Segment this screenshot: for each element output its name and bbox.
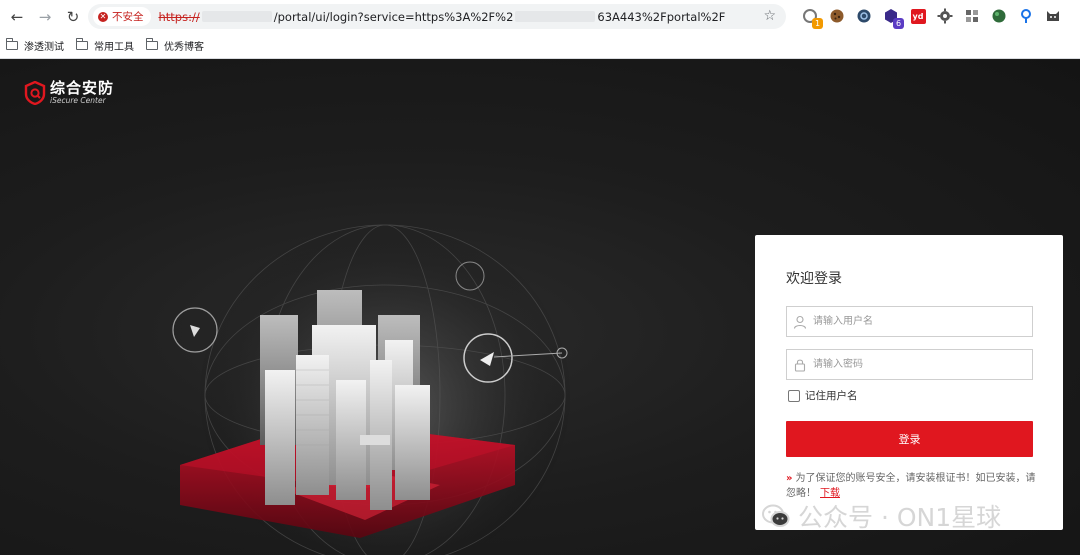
lock-icon	[794, 359, 806, 372]
wechat-icon	[762, 504, 790, 527]
certificate-notice: » 为了保证您的账号安全，请安装根证书！如已安装，请忽略！ 下载	[786, 471, 1036, 501]
disc-extension-icon[interactable]	[854, 6, 874, 26]
watermark-text: 公众号 · ON1星球	[798, 503, 1002, 532]
shield-logo-icon	[24, 80, 46, 105]
url-text[interactable]: https:// /portal/ui/login?service=https%…	[159, 10, 726, 24]
reload-icon[interactable]: ↻	[62, 6, 84, 28]
bookmark-folder-pentest[interactable]: 渗透测试	[5, 38, 64, 53]
url-scheme: https://	[158, 9, 200, 24]
wechat-watermark: 公众号 · ON1星球	[762, 498, 1001, 534]
address-bar[interactable]: ✕ 不安全 https:// /portal/ui/login?service=…	[88, 4, 786, 29]
url-path: /portal/ui/login?service=https%3A%2F%2	[273, 9, 514, 24]
extension-badge: 6	[893, 18, 904, 29]
folder-icon	[75, 38, 88, 50]
bookmark-label: 渗透测试	[24, 42, 64, 53]
grid-extension-icon[interactable]	[962, 6, 982, 26]
username-input[interactable]	[813, 307, 1032, 336]
back-arrow-icon[interactable]: ←	[6, 6, 28, 28]
hex-extension-icon[interactable]: 6	[881, 6, 904, 29]
extension-1-icon[interactable]: 1	[800, 6, 823, 29]
forward-arrow-icon[interactable]: →	[34, 6, 56, 28]
folder-icon	[5, 38, 18, 50]
remember-label: 记住用户名	[805, 390, 858, 402]
folder-icon	[145, 38, 158, 50]
brand-logo: 综合安防 iSecure Center	[24, 80, 114, 105]
security-label: 不安全	[112, 11, 144, 23]
brand-title: 综合安防	[50, 79, 115, 97]
login-page: 综合安防 iSecure Center 欢迎登录 请输入用户名 记住用户名 登录…	[0, 60, 1080, 555]
green-ball-extension-icon[interactable]	[989, 6, 1009, 26]
username-field[interactable]	[786, 306, 1033, 337]
extension-badge: 1	[812, 18, 823, 29]
login-card: 欢迎登录 记住用户名 登录 »为了保证您的账号安全，请安装根证书！如已安装，请忽…	[755, 235, 1063, 530]
user-icon	[793, 315, 807, 329]
remember-checkbox[interactable]	[788, 389, 800, 402]
location-pin-extension-icon[interactable]	[1016, 6, 1036, 26]
brand-subtitle: iSecure Center	[50, 96, 106, 105]
bookmarks-bar: 渗透测试 常用工具 优秀博客	[0, 33, 1080, 59]
bookmark-label: 优秀博客	[164, 42, 204, 53]
bookmark-folder-tools[interactable]: 常用工具	[75, 38, 134, 53]
url-tail: 63A443%2Fportal%2F	[597, 9, 726, 24]
login-button[interactable]: 登录	[786, 421, 1033, 457]
url-redacted-host	[201, 11, 272, 22]
security-indicator[interactable]: ✕ 不安全	[93, 7, 151, 26]
not-secure-icon: ✕	[98, 11, 108, 22]
city-globe-illustration	[172, 220, 570, 555]
bookmark-label: 常用工具	[94, 42, 134, 53]
extensions-bar: 1 6 yd	[800, 6, 1070, 29]
password-field[interactable]	[786, 349, 1033, 380]
browser-toolbar: ← → ↻ ✕ 不安全 https:// /portal/ui/login?se…	[0, 0, 1080, 33]
cookie-extension-icon[interactable]	[827, 6, 847, 26]
remember-username[interactable]: 记住用户名	[788, 388, 858, 403]
bookmark-folder-blogs[interactable]: 优秀博客	[145, 38, 204, 53]
login-title: 欢迎登录	[786, 271, 842, 287]
url-redacted-segment	[515, 11, 596, 22]
gear-extension-icon[interactable]	[935, 6, 955, 26]
password-input[interactable]	[813, 350, 1032, 379]
cat-extension-icon[interactable]	[1043, 6, 1063, 26]
bookmark-star-icon[interactable]: ☆	[763, 8, 776, 24]
yd-extension-icon[interactable]: yd	[908, 6, 928, 26]
double-chevron-icon: »	[786, 473, 793, 484]
